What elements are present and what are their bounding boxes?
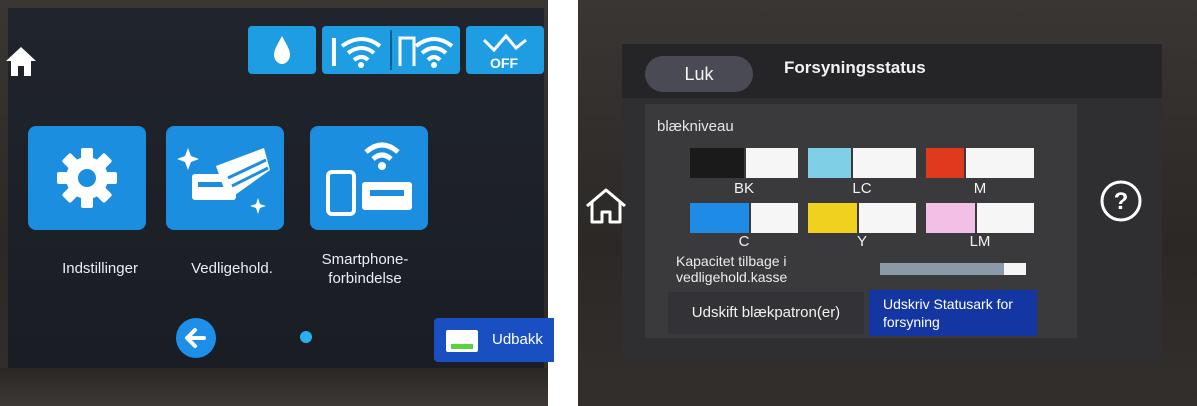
ink-fill [926, 148, 964, 178]
home-icon[interactable] [583, 186, 629, 226]
smartphone-printer-icon [326, 142, 412, 216]
ink-bar-bk [690, 148, 798, 178]
output-tray-button[interactable]: Udbakk [434, 318, 554, 362]
gear-icon [57, 148, 117, 208]
ink-fill [808, 148, 851, 178]
ink-fill [690, 148, 744, 178]
ink-name-y: Y [856, 233, 867, 250]
maintenance-box-bar [880, 263, 1026, 275]
wifi-printer-icon [332, 37, 382, 68]
ink-fill [690, 203, 749, 233]
page-title: Forsyningsstatus [784, 58, 926, 77]
ink-name-c: C [738, 233, 750, 250]
output-tray-label: Udbakk [492, 331, 543, 348]
maintenance-box-fill [880, 263, 1005, 275]
help-icon[interactable]: ? [1098, 178, 1144, 224]
ink-fill [808, 203, 857, 233]
ink-empty [966, 148, 1034, 178]
tray-icon [446, 330, 478, 352]
close-button[interactable]: Luk [645, 56, 753, 92]
maintenance-label: Vedligehold. [191, 260, 273, 277]
ink-empty [853, 148, 916, 178]
ink-name-bk: BK [733, 180, 754, 197]
page-indicator [300, 331, 312, 343]
ink-empty [977, 203, 1034, 233]
print-status-sheet-button[interactable]: Udskriv Statusark for forsyning [869, 290, 1037, 336]
svg-text:?: ? [1114, 188, 1129, 215]
settings-label: Indstillinger [62, 260, 138, 277]
ink-level-label: blækniveau [657, 118, 734, 135]
ink-bar-m [926, 148, 1034, 178]
maintenance-icon [177, 148, 270, 214]
ink-empty [746, 148, 798, 178]
ink-bar-c [690, 203, 798, 233]
replace-cartridge-button[interactable]: Udskift blækpatron(er) [668, 292, 864, 334]
ink-status-button[interactable] [248, 26, 316, 74]
ink-drop-icon [274, 36, 290, 64]
ink-bar-lm [926, 203, 1034, 233]
wifi-status-button[interactable] [322, 26, 460, 74]
ink-name-lc: LC [852, 180, 872, 197]
wifi-direct-icon [398, 36, 454, 68]
settings-tile[interactable] [28, 126, 146, 230]
svg-text:OFF: OFF [490, 55, 518, 71]
ink-fill [926, 203, 975, 233]
back-button[interactable] [176, 318, 216, 358]
ink-name-lm: LM [969, 233, 991, 250]
ink-empty [751, 203, 798, 233]
maintenance-tile[interactable] [166, 126, 284, 230]
smartphone-label: Smartphone- forbindelse [321, 251, 409, 287]
maintenance-box-label: Kapacitet tilbage i vedligehold.kasse [676, 253, 788, 285]
smartphone-tile[interactable] [310, 126, 428, 230]
ink-bar-y [808, 203, 916, 233]
wifi-off-icon: OFF [482, 33, 527, 71]
ink-name-m: M [973, 180, 987, 197]
printer-bezel [0, 368, 548, 406]
home-icon[interactable] [4, 44, 38, 78]
wifi-off-button[interactable]: OFF [466, 26, 544, 74]
ink-bar-lc [808, 148, 916, 178]
ink-empty [859, 203, 916, 233]
arrow-left-icon [185, 328, 206, 348]
